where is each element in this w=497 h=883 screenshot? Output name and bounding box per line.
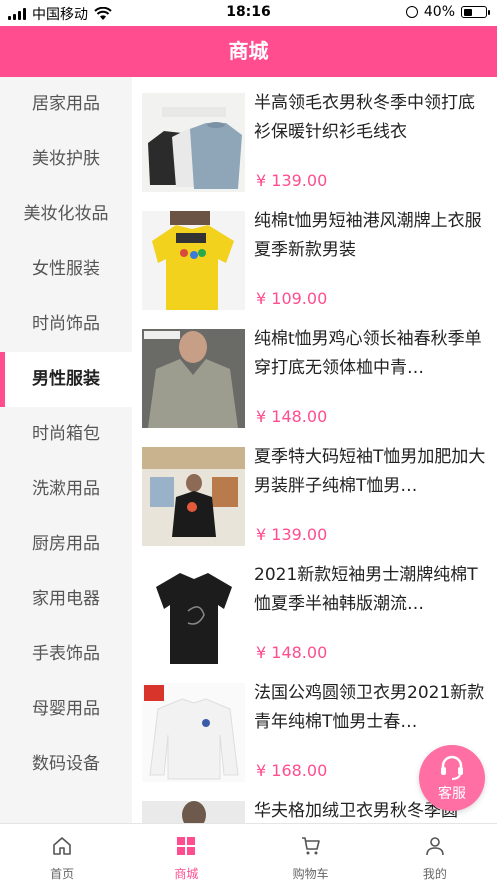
product-card[interactable]: 纯棉t恤男短袖港风潮牌上衣服夏季新款男装 ¥ 109.00 [132, 195, 497, 313]
headset-icon [441, 755, 463, 780]
product-title: 夏季特大码短袖T恤男加肥加大男装胖子纯棉T恤男… [254, 447, 486, 496]
sidebar-item[interactable]: 时尚饰品 [0, 297, 132, 352]
product-title: 2021新款短袖男士潮牌纯棉T恤夏季半袖韩版潮流… [254, 565, 478, 614]
cart-icon [301, 837, 320, 855]
sidebar-item[interactable]: 母婴用品 [0, 682, 132, 737]
bottom-tabbar: 首页 商城 购物车 我的 [0, 823, 497, 883]
product-image[interactable] [142, 801, 245, 823]
product-list: 半高领毛衣男秋冬季中领打底衫保暖针织衫毛线衣 ¥ 139.00 纯棉t恤男短袖港… [132, 77, 497, 823]
category-sidebar: 居家用品 美妆护肤 美妆化妆品 女性服装 时尚饰品 男性服装 时尚箱包 洗漱用品… [0, 77, 132, 823]
tab-mall[interactable]: 商城 [124, 824, 248, 883]
tab-cart[interactable]: 购物车 [249, 824, 373, 883]
sidebar-item-active[interactable]: 男性服装 [0, 352, 132, 407]
sidebar-item[interactable]: 居家用品 [0, 77, 132, 132]
tab-mine[interactable]: 我的 [373, 824, 497, 883]
customer-service-label: 客服 [438, 786, 466, 802]
sidebar-item[interactable]: 家用电器 [0, 572, 132, 627]
product-price: ¥ 148.00 [256, 407, 328, 426]
status-bar: 中国移动 18:16 40% [0, 0, 497, 26]
product-card[interactable]: 2021新款短袖男士潮牌纯棉T恤夏季半袖韩版潮流… ¥ 148.00 [132, 549, 497, 667]
tab-home[interactable]: 首页 [0, 824, 124, 883]
home-icon [53, 837, 71, 855]
product-image[interactable] [142, 565, 245, 664]
user-icon [426, 837, 444, 856]
product-card[interactable]: 纯棉t恤男鸡心领长袖春秋季单穿打底无领体桖中青… ¥ 148.00 [132, 313, 497, 431]
product-image[interactable] [142, 683, 245, 782]
product-price: ¥ 109.00 [256, 289, 328, 308]
product-image[interactable] [142, 329, 245, 428]
sidebar-item[interactable]: 美妆护肤 [0, 132, 132, 187]
product-price: ¥ 148.00 [256, 643, 328, 662]
product-title: 半高领毛衣男秋冬季中领打底衫保暖针织衫毛线衣 [254, 93, 475, 142]
page-title: 商城 [0, 26, 497, 77]
sidebar-item[interactable]: 手表饰品 [0, 627, 132, 682]
grid-icon [177, 837, 196, 855]
product-title: 纯棉t恤男鸡心领长袖春秋季单穿打底无领体桖中青… [254, 329, 482, 378]
product-title: 纯棉t恤男短袖港风潮牌上衣服夏季新款男装 [254, 211, 482, 260]
tab-label: 我的 [422, 867, 447, 881]
product-price: ¥ 139.00 [256, 171, 328, 190]
product-image[interactable] [142, 93, 245, 192]
rotation-lock-icon [405, 6, 418, 18]
sidebar-item[interactable]: 美妆化妆品 [0, 187, 132, 242]
product-image[interactable] [142, 211, 245, 310]
product-price: ¥ 139.00 [256, 525, 328, 544]
product-card[interactable]: 夏季特大码短袖T恤男加肥加大男装胖子纯棉T恤男… ¥ 139.00 [132, 431, 497, 549]
sidebar-item[interactable]: 女性服装 [0, 242, 132, 297]
product-title: 法国公鸡圆领卫衣男2021新款青年纯棉T恤男士春… [254, 683, 485, 732]
product-image[interactable] [142, 447, 245, 546]
customer-service-button[interactable]: 客服 [419, 745, 485, 811]
sidebar-item[interactable]: 数码设备 [0, 737, 132, 792]
sidebar-item[interactable]: 时尚箱包 [0, 407, 132, 462]
tab-label: 购物车 [292, 867, 329, 881]
tab-label: 首页 [50, 867, 75, 881]
product-price: ¥ 168.00 [256, 761, 328, 780]
product-card[interactable]: 半高领毛衣男秋冬季中领打底衫保暖针织衫毛线衣 ¥ 139.00 [132, 77, 497, 195]
sidebar-item[interactable]: 洗漱用品 [0, 462, 132, 517]
battery-percent: 40% [423, 4, 455, 20]
battery-icon [461, 6, 490, 18]
sidebar-item[interactable]: 厨房用品 [0, 517, 132, 572]
tab-label: 商城 [174, 867, 199, 881]
status-right: 40% [405, 4, 490, 20]
